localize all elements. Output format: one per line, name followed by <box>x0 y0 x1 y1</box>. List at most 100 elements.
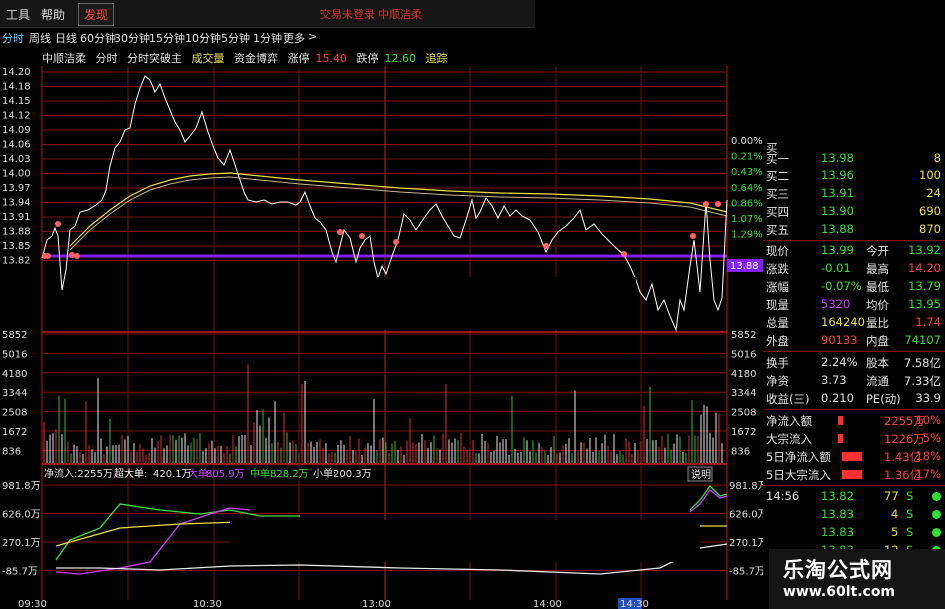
flow-row: 5日大宗流入 1.36亿 17% <box>766 467 941 482</box>
volume-tick: 836 <box>2 446 21 457</box>
price-axis: 14.20 14.18 14.15 14.12 14.09 14.06 14.03 14.00… <box>2 67 31 267</box>
watermark-title: 乐淘公式网 <box>783 558 893 582</box>
signal-marker <box>74 253 80 259</box>
watermark: 乐淘公式网 www.60lt.com <box>769 549 945 609</box>
big-order-value: 805.9万 <box>206 469 245 480</box>
bid-row: 买一 13.98 8 <box>766 151 941 166</box>
price-tick: 14.03 <box>2 154 31 165</box>
price-tag: 13.88 <box>730 261 759 272</box>
volume-tick: 5852 <box>731 330 756 341</box>
price-tick: 14.15 <box>2 96 31 107</box>
percent-axis: 0.00% 0.21% 0.43% 0.64% 0.86% 1.07% 1.29% <box>731 136 763 241</box>
percent-tick: 0.86% <box>731 198 763 209</box>
time-tick: 09:30 <box>18 599 47 609</box>
bid-row: 买四 13.90 690 <box>766 204 941 219</box>
percent-tick: 0.43% <box>731 167 763 178</box>
signal-marker <box>621 251 627 257</box>
flow-row: 5日净流入额 1.43亿 18% <box>766 449 941 464</box>
flow-series-line <box>689 489 728 513</box>
volume-tick: 5852 <box>2 330 27 341</box>
price-tick: 13.88 <box>2 227 31 238</box>
super-order-value: 420.1万 <box>153 469 192 480</box>
volume-bars <box>43 364 723 463</box>
signal-marker <box>55 221 61 227</box>
volume-tick: 2508 <box>731 408 756 419</box>
time-tick: 10:30 <box>193 599 222 609</box>
time-tick: 13:00 <box>362 599 391 609</box>
bid-row: 买二 13.96 100 <box>766 168 941 183</box>
stat-row: 现量 5320 均价 13.95 <box>766 297 941 312</box>
overlay-block-2 <box>230 520 700 562</box>
flow-series-line <box>55 507 251 575</box>
stat-row: 涨幅 -0.07% 最低 13.79 <box>766 279 941 294</box>
price-tick: 13.94 <box>2 198 31 209</box>
price-tick: 13.91 <box>2 212 31 223</box>
net-inflow-label: 净流入:2255万 <box>44 467 113 480</box>
signal-marker <box>359 233 365 239</box>
volume-tick: 2508 <box>2 408 27 419</box>
volume-tick: 836 <box>731 446 750 457</box>
volume-tick: 3344 <box>2 388 27 399</box>
intraday-chart[interactable]: 14.20 14.18 14.15 14.12 14.09 14.06 14.03 14.00… <box>0 0 763 609</box>
percent-tick: 0.21% <box>731 152 763 163</box>
overlay-block <box>308 277 636 330</box>
stat-row: 换手 2.24% 股本 7.58亿 <box>766 355 941 370</box>
percent-tick: 0.00% <box>731 136 763 147</box>
super-order-label: 超大单: <box>114 467 147 480</box>
price-tick: 14.18 <box>2 82 31 93</box>
flow-tick: 270.1万 <box>2 538 41 549</box>
signal-marker <box>690 233 696 239</box>
signal-marker <box>543 243 549 249</box>
flow-tick: 981.8万 <box>2 481 41 492</box>
signal-marker <box>337 229 343 235</box>
price-tick: 14.09 <box>2 125 31 136</box>
flow-row: 大宗流入 1226万 5% <box>766 431 941 446</box>
price-tick: 13.82 <box>2 256 31 267</box>
mid-order-value: 828.2万 <box>270 469 309 480</box>
percent-tick: 0.64% <box>731 183 763 194</box>
price-tick: 13.97 <box>2 183 31 194</box>
price-tick: 13.85 <box>2 241 31 252</box>
signal-marker <box>45 253 51 259</box>
tick-row: 13.83 4 S <box>766 507 943 523</box>
signal-marker <box>715 201 721 207</box>
small-order-value: 200.3万 <box>333 469 372 480</box>
tick-row: 13.83 5 S <box>766 525 943 541</box>
percent-tick: 1.29% <box>731 230 763 241</box>
flow-tick: 270.1万 <box>729 538 763 549</box>
price-tick: 14.12 <box>2 111 31 122</box>
watermark-url: www.60lt.com <box>783 584 896 600</box>
signal-marker <box>69 252 75 258</box>
help-button-label: 说明 <box>691 468 711 481</box>
volume-tick: 1672 <box>731 427 756 438</box>
volume-tick: 4180 <box>2 369 27 380</box>
flow-tick: 626.0万 <box>2 510 41 521</box>
stat-row: 收益(三) 0.210 PE(动) 33.9 <box>766 391 941 406</box>
time-axis: 09:30 10:30 13:00 14:00 14:30 <box>18 598 649 609</box>
stat-row: 总量 164240 量比 1.74 <box>766 315 941 330</box>
stat-row: 涨跌 -0.01 最高 14.20 <box>766 261 941 276</box>
bid-row: 买五 13.88 870 <box>766 222 941 237</box>
stat-row: 净资 3.73 流通 7.33亿 <box>766 373 941 388</box>
stat-row: 现价 13.99 今开 13.92 <box>766 243 941 258</box>
flow-row: 净流入额 2255万 10% <box>766 413 941 428</box>
flow-tick: 626.0万 <box>729 510 763 521</box>
flow-tick: 981.8万 <box>729 481 763 492</box>
volume-axis: 5852 5852 5016 5016 4180 4180 3344 3344 2508 2508… <box>2 330 756 457</box>
volume-tick: 3344 <box>731 388 756 399</box>
tick-row: 14:56 13.82 77 S <box>766 489 943 505</box>
volume-tick: 1672 <box>2 427 27 438</box>
volume-tick: 5016 <box>731 349 756 360</box>
price-tick: 14.06 <box>2 140 31 151</box>
chart-grid <box>41 66 728 600</box>
volume-tick: 4180 <box>731 369 756 380</box>
flow-tick: -85.7万 <box>729 567 763 578</box>
signal-marker <box>703 201 709 207</box>
time-tick: 14:30 <box>620 599 649 609</box>
time-tick: 14:00 <box>533 599 562 609</box>
quote-panel: 买 买一 13.98 8 买二 13.96 100 买三 13.91 24 买四 13.90 6… <box>763 140 945 609</box>
price-tick: 14.00 <box>2 169 31 180</box>
percent-tick: 1.07% <box>731 214 763 225</box>
volume-tick: 5016 <box>2 349 27 360</box>
signal-marker <box>393 239 399 245</box>
